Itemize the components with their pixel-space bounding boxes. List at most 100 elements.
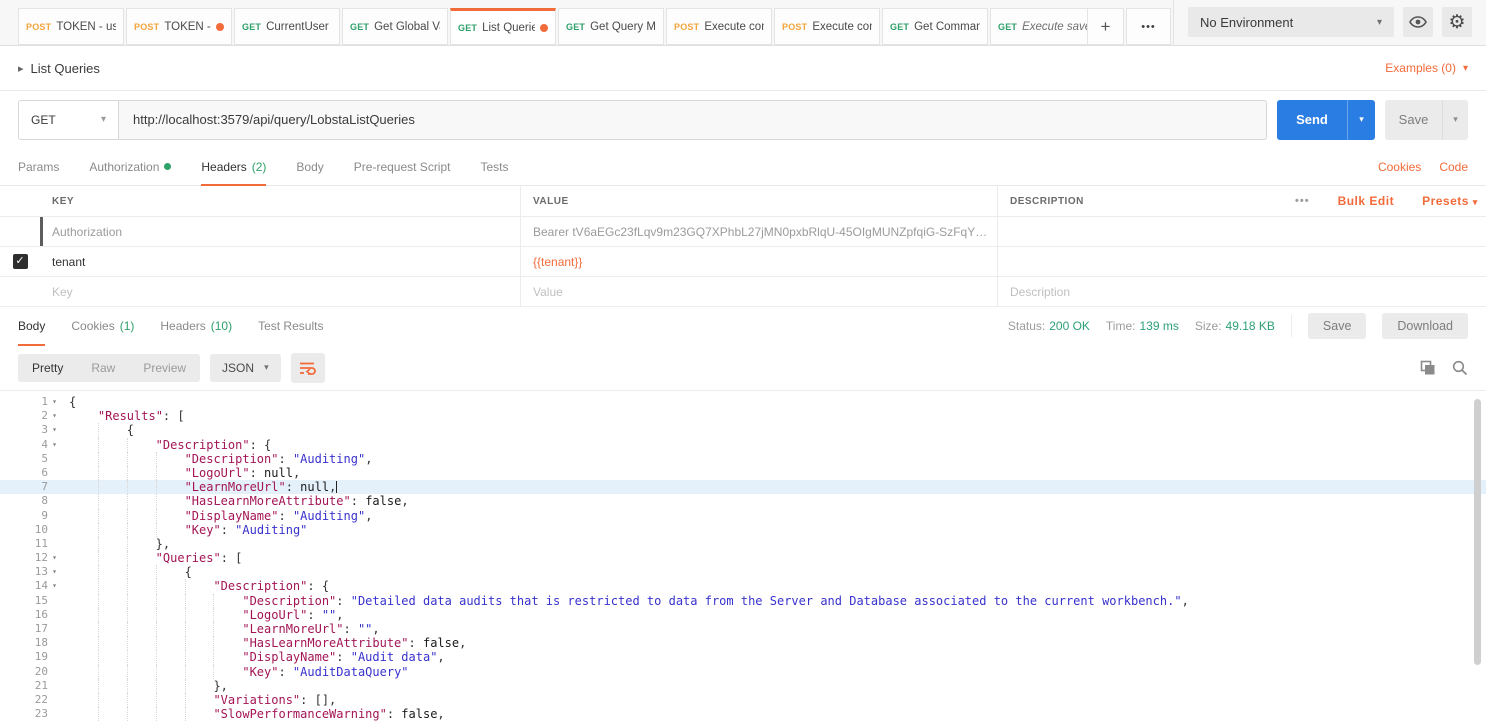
- tab-label: CurrentUser: [266, 21, 329, 33]
- fold-caret-icon[interactable]: ▾: [48, 579, 61, 593]
- indent-guide: [69, 565, 98, 579]
- collapse-triangle-icon[interactable]: ▸: [18, 62, 24, 75]
- token-p: ,: [401, 494, 408, 508]
- indent-guide: [98, 423, 127, 437]
- indent-guide: [156, 480, 185, 494]
- token-k: "HasLearnMoreAttribute": [242, 636, 408, 650]
- indent-guide: [98, 565, 127, 579]
- new-tab-button[interactable]: +: [1087, 8, 1124, 45]
- tab-authorization[interactable]: Authorization: [89, 148, 171, 185]
- line-number: 15: [0, 594, 48, 608]
- environment-quick-look-button[interactable]: [1403, 7, 1433, 37]
- indent-guide: [213, 622, 242, 636]
- response-tab-headers[interactable]: Headers(10): [160, 307, 232, 345]
- fold-caret-icon[interactable]: ▾: [48, 409, 61, 423]
- code-line: 5"Description": "Auditing",: [0, 452, 1486, 466]
- value-placeholder: Value: [533, 285, 563, 299]
- token-p: : {: [307, 579, 329, 593]
- new-description-input[interactable]: Description: [997, 277, 1281, 306]
- copy-button[interactable]: [1420, 360, 1436, 376]
- fold-caret-icon[interactable]: ▾: [48, 438, 61, 452]
- presets-dropdown[interactable]: Presets ▾: [1408, 194, 1486, 208]
- save-button[interactable]: Save: [1385, 100, 1442, 140]
- indent-guide: [127, 466, 156, 480]
- more-options-icon[interactable]: •••: [1281, 195, 1324, 207]
- indent-guide: [156, 693, 185, 707]
- wrap-text-button[interactable]: [291, 353, 325, 383]
- environment-selector[interactable]: No Environment ▾: [1188, 7, 1394, 37]
- http-method-selector[interactable]: GET ▾: [18, 100, 118, 140]
- indent-guide: [69, 523, 98, 537]
- examples-dropdown[interactable]: Examples (0) ▾: [1385, 61, 1468, 75]
- request-tab[interactable]: POSTExecute com: [666, 8, 772, 45]
- tab-headers[interactable]: Headers(2): [201, 148, 266, 185]
- header-description-cell[interactable]: [997, 247, 1281, 276]
- request-tab[interactable]: GETCurrentUser: [234, 8, 340, 45]
- tab-strip: POSTTOKEN - userPOSTTOKEN - sGETCurrentU…: [0, 8, 1087, 45]
- request-tab[interactable]: GETGet Global Var: [342, 8, 448, 45]
- cookies-link[interactable]: Cookies: [1378, 160, 1421, 174]
- checkbox-checked-icon[interactable]: ✓: [13, 254, 28, 269]
- header-value-cell[interactable]: {{tenant}}: [520, 247, 997, 276]
- subtab-label: Authorization: [89, 160, 159, 174]
- presets-label: Presets: [1422, 194, 1469, 208]
- line-number: 18: [0, 636, 48, 650]
- response-tab-test-results[interactable]: Test Results: [258, 307, 323, 345]
- view-mode-raw[interactable]: Raw: [77, 354, 129, 382]
- new-key-input[interactable]: Key: [40, 277, 520, 306]
- header-description-cell[interactable]: [997, 217, 1281, 246]
- fold-caret-icon[interactable]: ▾: [48, 423, 61, 437]
- tab-tests[interactable]: Tests: [480, 148, 508, 185]
- header-key-cell[interactable]: tenant: [40, 247, 520, 276]
- indent-guide: [98, 537, 127, 551]
- token-k: "LogoUrl": [185, 466, 250, 480]
- column-value: VALUE: [520, 186, 997, 216]
- request-name[interactable]: List Queries: [31, 61, 100, 76]
- code-text: {: [61, 565, 192, 579]
- header-key-cell[interactable]: Authorization: [40, 217, 520, 246]
- bulk-edit-link[interactable]: Bulk Edit: [1324, 194, 1409, 208]
- search-button[interactable]: [1452, 360, 1468, 376]
- code-link[interactable]: Code: [1439, 160, 1468, 174]
- request-tab[interactable]: GETList Querie: [450, 8, 556, 45]
- save-response-button[interactable]: Save: [1308, 313, 1367, 339]
- url-input[interactable]: http://localhost:3579/api/query/LobstaLi…: [118, 100, 1267, 140]
- send-options-button[interactable]: ▾: [1347, 100, 1375, 140]
- headers-table: KEY VALUE DESCRIPTION ••• Bulk Edit Pres…: [0, 186, 1486, 307]
- tab-pre-request-script[interactable]: Pre-request Script: [354, 148, 451, 185]
- save-options-button[interactable]: ▾: [1442, 100, 1468, 140]
- request-tab[interactable]: POSTTOKEN - s: [126, 8, 232, 45]
- request-tab[interactable]: GETGet Commanc: [882, 8, 988, 45]
- tab-body[interactable]: Body: [296, 148, 323, 185]
- request-tab[interactable]: GETExecute saved: [990, 8, 1087, 45]
- response-tab-cookies[interactable]: Cookies(1): [71, 307, 134, 345]
- download-response-button[interactable]: Download: [1382, 313, 1468, 339]
- tab-overflow-button[interactable]: •••: [1126, 8, 1171, 45]
- fold-caret-icon[interactable]: ▾: [48, 565, 61, 579]
- indent-guide: [98, 509, 127, 523]
- settings-button[interactable]: ⚙: [1442, 7, 1472, 37]
- request-tab[interactable]: POSTTOKEN - user: [18, 8, 124, 45]
- chevron-down-icon: ▾: [101, 114, 106, 125]
- response-tab-body[interactable]: Body: [18, 307, 45, 345]
- fold-caret-icon[interactable]: ▾: [48, 551, 61, 565]
- format-selector[interactable]: JSON ▾: [210, 354, 281, 382]
- header-value-cell[interactable]: Bearer tV6aEGc23fLqv9m23GQ7XPhbL27jMN0px…: [520, 217, 997, 246]
- code-text: "Description": "Auditing",: [61, 452, 372, 466]
- fold-spacer: [48, 523, 61, 537]
- send-button[interactable]: Send: [1277, 100, 1347, 140]
- request-tab[interactable]: POSTExecute com: [774, 8, 880, 45]
- request-tab[interactable]: GETGet Query Me: [558, 8, 664, 45]
- fold-caret-icon[interactable]: ▾: [48, 395, 61, 409]
- response-body-viewer[interactable]: 1▾{2▾"Results": [3▾{4▾"Description": {5"…: [0, 390, 1486, 723]
- new-value-input[interactable]: Value: [520, 277, 997, 306]
- scrollbar-thumb[interactable]: [1474, 399, 1481, 665]
- indent-guide: [69, 551, 98, 565]
- token-p: {: [127, 423, 134, 437]
- view-mode-pretty[interactable]: Pretty: [18, 354, 77, 382]
- subtab-label: Pre-request Script: [354, 160, 451, 174]
- method-badge: GET: [458, 23, 477, 33]
- token-p: :: [387, 707, 401, 721]
- view-mode-preview[interactable]: Preview: [129, 354, 200, 382]
- tab-params[interactable]: Params: [18, 148, 59, 185]
